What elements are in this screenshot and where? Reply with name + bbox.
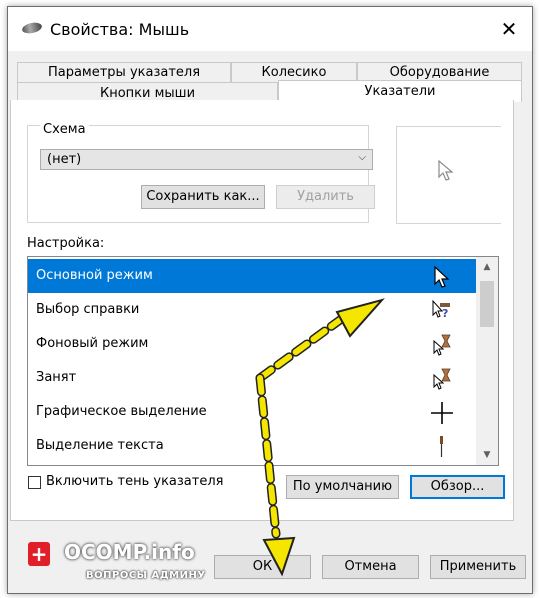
ok-button[interactable]: ОК (214, 555, 311, 579)
cursor-preview (396, 126, 501, 224)
list-item[interactable]: Выбор справки ? (28, 293, 476, 327)
cancel-button[interactable]: Отмена (322, 555, 419, 579)
list-item-label: Выбор справки (36, 302, 140, 317)
mouse-icon (21, 21, 43, 35)
busy-cursor-icon (433, 368, 451, 390)
customize-label: Настройка: (27, 236, 105, 251)
working-in-background-cursor-icon (433, 334, 451, 356)
list-item[interactable]: Выделение текста (28, 429, 476, 463)
shadow-checkbox[interactable] (28, 476, 41, 489)
scheme-select-value: (нет) (47, 152, 82, 167)
list-item-label: Основной режим (36, 268, 153, 283)
scroll-down-icon[interactable]: ▼ (476, 445, 498, 465)
preview-arrow-cursor-icon (438, 159, 454, 181)
watermark-main: OCOMP.info (64, 540, 195, 564)
delete-button[interactable]: Удалить (276, 185, 375, 209)
tab-wheel[interactable]: Колесико (231, 62, 357, 82)
tab-pointer-options[interactable]: Параметры указателя (17, 62, 231, 82)
help-cursor-icon: ? (432, 299, 450, 320)
precision-select-cursor-icon (431, 402, 453, 424)
save-as-button[interactable]: Сохранить как... (141, 185, 265, 209)
arrow-cursor-icon (434, 265, 450, 288)
list-item-label: Фоновый режим (36, 336, 149, 351)
list-item[interactable]: Основной режим (28, 259, 476, 293)
default-button[interactable]: По умолчанию (286, 475, 399, 499)
list-item-label: Занят (36, 370, 77, 385)
list-item[interactable]: Графическое выделение (28, 395, 476, 429)
text-select-cursor-icon (440, 436, 443, 457)
watermark-logo: + OCOMP.info ВОПРОСЫ АДМИНУ (28, 538, 228, 588)
scheme-select[interactable]: (нет) ⌵ (40, 149, 373, 170)
shadow-checkbox-label: Включить тень указателя (46, 474, 224, 489)
chevron-down-icon: ⌵ (358, 152, 366, 163)
tab-pointers[interactable]: Указатели (278, 80, 522, 102)
tab-hardware[interactable]: Оборудование (357, 62, 522, 82)
scroll-up-icon[interactable]: ▲ (476, 257, 498, 277)
svg-text:?: ? (442, 307, 448, 320)
list-item[interactable]: Занят (28, 361, 476, 395)
apply-button[interactable]: Применить (430, 555, 526, 579)
list-item-label: Графическое выделение (36, 404, 207, 419)
browse-button[interactable]: Обзор... (410, 475, 505, 499)
watermark-sub: ВОПРОСЫ АДМИНУ (86, 570, 206, 581)
scheme-label: Схема (40, 122, 89, 137)
scroll-thumb[interactable] (480, 281, 494, 327)
window-title: Свойства: Мышь (50, 20, 190, 39)
list-item-label: Выделение текста (36, 438, 164, 453)
title-bar: Свойства: Мышь ✕ (8, 7, 532, 51)
cursor-list[interactable]: Основной режим Выбор справки ? Фоновый р… (27, 256, 499, 466)
close-button[interactable]: ✕ (494, 15, 524, 43)
plus-icon: + (28, 542, 50, 566)
list-item[interactable]: Фоновый режим (28, 327, 476, 361)
list-scrollbar[interactable]: ▲ ▼ (476, 257, 498, 465)
